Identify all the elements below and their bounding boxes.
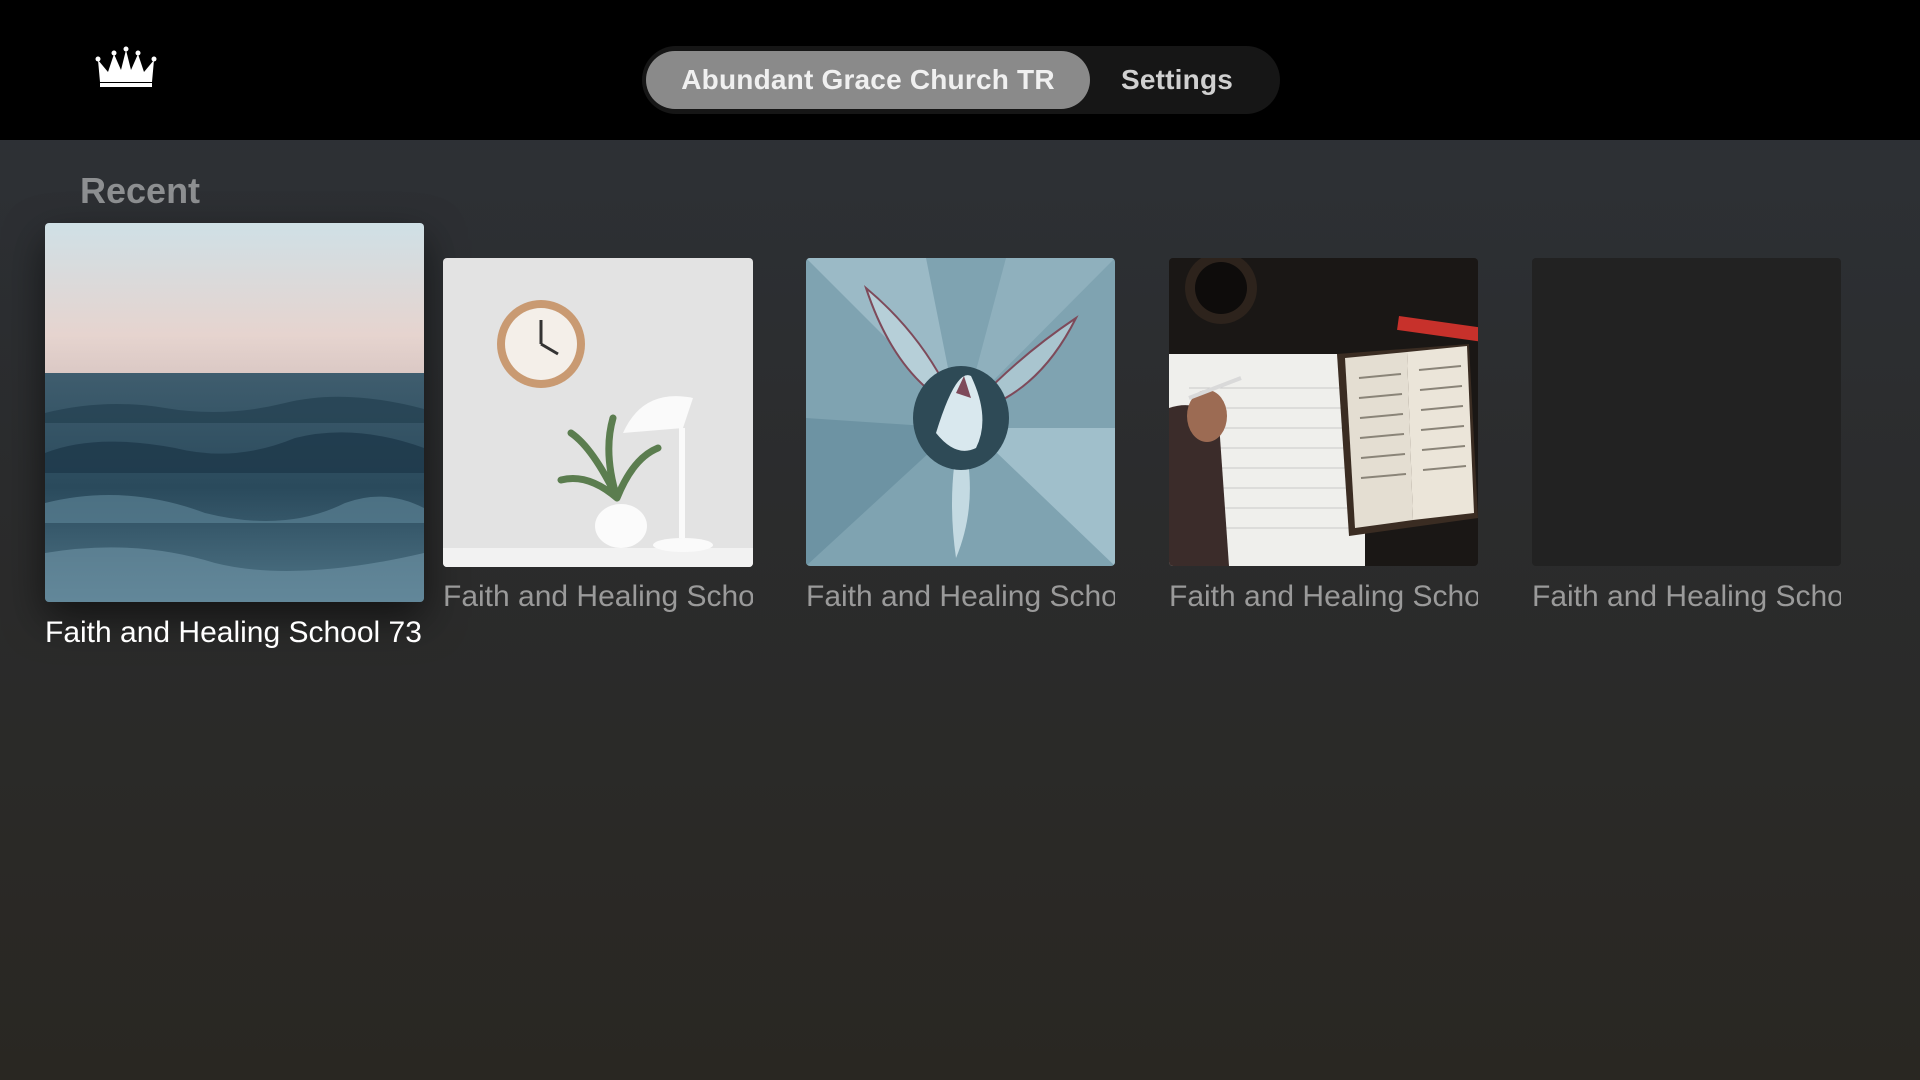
blank-thumbnail <box>1532 258 1841 566</box>
tab-abundant-grace-church[interactable]: Abundant Grace Church TR <box>646 51 1090 109</box>
succulent-thumbnail <box>806 258 1115 566</box>
recent-item-title: Faith and Healing School <box>443 580 753 613</box>
tv-home-screen: Abundant Grace Church TR Settings Recent <box>0 0 1920 1080</box>
recent-section-title: Recent <box>80 170 201 211</box>
recent-item-title: Faith and Healing School <box>806 580 1115 613</box>
recent-item-title: Faith and Healing School <box>1169 580 1478 613</box>
bible-and-notebook-thumbnail <box>1169 258 1478 566</box>
top-navigation-bar: Abundant Grace Church TR Settings <box>0 0 1920 140</box>
recent-item-title: Faith and Healing School 73 <box>45 616 422 649</box>
clock-and-plant-thumbnail <box>443 258 753 567</box>
church-crown-logo <box>94 46 158 96</box>
ocean-waves-thumbnail <box>45 223 424 602</box>
tab-settings[interactable]: Settings <box>1090 51 1264 109</box>
recent-item-title: Faith and Healing School <box>1532 580 1841 613</box>
tab-bar: Abundant Grace Church TR Settings <box>642 46 1280 114</box>
